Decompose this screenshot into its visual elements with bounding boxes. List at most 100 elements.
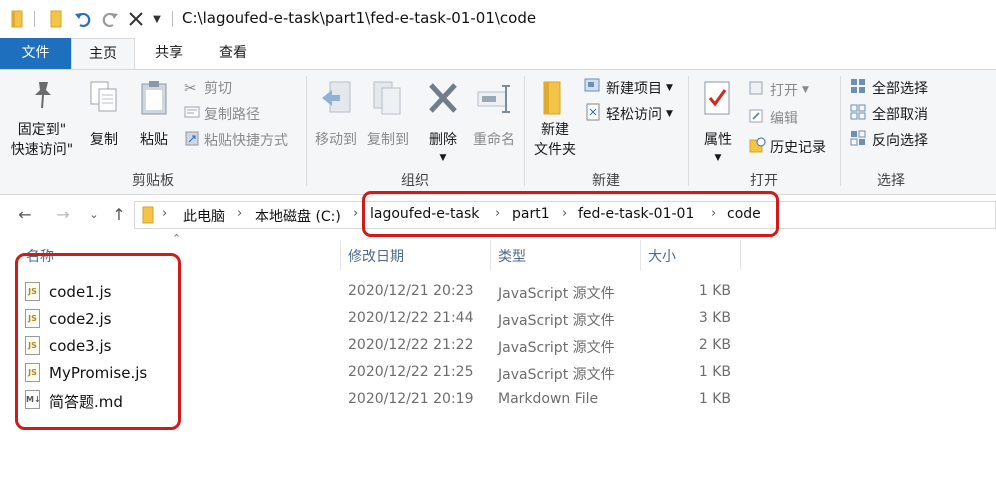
- properties-dropdown-icon[interactable]: ▼: [696, 148, 740, 168]
- easy-access-button[interactable]: 轻松访问 ▼: [584, 103, 673, 125]
- copy-button[interactable]: 复制: [84, 80, 124, 166]
- tab-share[interactable]: 共享: [139, 38, 199, 69]
- delete-button[interactable]: 删除 ▼: [422, 80, 464, 166]
- properties-label: 属性: [704, 132, 732, 148]
- history-button[interactable]: 历史记录: [748, 136, 826, 158]
- file-modified: 2020/12/22 21:22: [348, 337, 474, 353]
- sort-chevron-up-icon: ⌃: [172, 232, 182, 245]
- file-type: JavaScript 源文件: [498, 313, 615, 329]
- open-button[interactable]: 打开 ▼: [748, 79, 809, 101]
- select-all-label: 全部选择: [872, 81, 928, 97]
- easy-access-dropdown-icon: ▼: [666, 109, 673, 119]
- files-highlight-annotation: [15, 253, 181, 430]
- invert-selection-button[interactable]: 反向选择: [850, 129, 928, 151]
- up-arrow-icon[interactable]: ↑: [108, 202, 130, 226]
- rename-button[interactable]: 重命名: [470, 80, 518, 166]
- copy-to-icon: [372, 80, 404, 124]
- open-dropdown-icon: ▼: [802, 85, 809, 95]
- file-type: Markdown File: [498, 391, 599, 407]
- dropdown-icon[interactable]: ▼: [150, 8, 164, 30]
- file-type: JavaScript 源文件: [498, 340, 615, 356]
- paste-button[interactable]: 粘贴: [134, 80, 174, 166]
- new-folder-label-line2: 文件夹: [534, 142, 576, 158]
- breadcrumb-this-pc[interactable]: 此电脑: [183, 206, 225, 226]
- select-all-button[interactable]: 全部选择: [850, 77, 928, 99]
- paste-label: 粘贴: [140, 132, 168, 148]
- file-size: 2 KB: [698, 337, 731, 353]
- copy-path-icon: [184, 105, 204, 123]
- new-item-label: 新建项目: [606, 81, 662, 97]
- history-icon: [748, 136, 770, 158]
- properties-button[interactable]: 属性 ▼: [696, 80, 740, 166]
- file-size: 1 KB: [698, 391, 731, 407]
- file-type: JavaScript 源文件: [498, 367, 615, 383]
- cut-button[interactable]: ✂ 剪切: [184, 77, 232, 99]
- edit-icon: [748, 108, 770, 128]
- copy-path-button[interactable]: 复制路径: [184, 103, 260, 125]
- pin-folder-icon[interactable]: [46, 8, 66, 30]
- copy-label: 复制: [90, 132, 118, 148]
- tab-file[interactable]: 文件: [0, 38, 71, 69]
- new-folder-button[interactable]: 新建 文件夹: [528, 80, 582, 166]
- tab-home[interactable]: 主页: [71, 38, 135, 69]
- select-all-icon: [850, 78, 872, 98]
- file-modified: 2020/12/21 20:23: [348, 283, 474, 299]
- copy-path-label: 复制路径: [204, 107, 260, 123]
- column-header-type[interactable]: 类型: [498, 246, 526, 266]
- column-header-size[interactable]: 大小: [648, 246, 676, 266]
- ribbon-tabs: 文件 主页 共享 查看: [0, 38, 996, 70]
- open-label: 打开: [770, 83, 798, 99]
- easy-access-icon: [584, 103, 606, 125]
- delete-icon[interactable]: [126, 8, 146, 30]
- address-folder-icon: [141, 206, 155, 228]
- select-group-label: 选择: [877, 173, 905, 189]
- copy-icon: [89, 80, 119, 120]
- column-header-modified[interactable]: 修改日期: [348, 246, 404, 266]
- breadcrumb-chevron-icon[interactable]: ›: [353, 206, 358, 221]
- back-arrow-icon[interactable]: ←: [14, 202, 36, 226]
- select-none-button[interactable]: 全部取消: [850, 103, 928, 125]
- forward-arrow-icon[interactable]: →: [52, 202, 74, 226]
- new-folder-label-line1: 新建: [541, 122, 569, 138]
- paste-shortcut-button[interactable]: 粘贴快捷方式: [184, 129, 288, 151]
- delete-dropdown-icon[interactable]: ▼: [422, 148, 464, 168]
- breadcrumb-chevron-icon[interactable]: ›: [162, 206, 167, 221]
- pin-to-quick-access-button[interactable]: 固定到" 快速访问": [6, 80, 78, 166]
- scissors-icon: ✂: [184, 79, 197, 97]
- move-to-button[interactable]: 移动到: [310, 80, 362, 166]
- redo-icon[interactable]: [99, 8, 121, 30]
- new-item-dropdown-icon: ▼: [666, 83, 673, 93]
- file-modified: 2020/12/22 21:25: [348, 364, 474, 380]
- properties-icon: [702, 80, 734, 124]
- delete-x-icon: [428, 82, 458, 120]
- address-highlight-annotation: [362, 191, 779, 237]
- copy-to-label: 复制到: [367, 132, 409, 148]
- delete-label: 删除: [429, 132, 457, 148]
- edit-label: 编辑: [770, 111, 798, 127]
- select-none-label: 全部取消: [872, 107, 928, 123]
- breadcrumb-local-disk[interactable]: 本地磁盘 (C:): [255, 206, 341, 226]
- invert-selection-icon: [850, 130, 872, 150]
- clipboard-group-label: 剪贴板: [132, 173, 174, 189]
- open-icon: [748, 80, 770, 100]
- clipboard-icon: [138, 80, 170, 122]
- window-title: C:\lagoufed-e-task\part1\fed-e-task-01-0…: [182, 9, 537, 27]
- undo-icon[interactable]: [72, 8, 94, 30]
- paste-shortcut-label: 粘贴快捷方式: [204, 133, 288, 149]
- edit-button[interactable]: 编辑: [748, 107, 798, 129]
- file-size: 3 KB: [698, 310, 731, 326]
- organize-group-label: 组织: [401, 173, 429, 189]
- new-group-label: 新建: [592, 173, 620, 189]
- tab-view[interactable]: 查看: [203, 38, 263, 69]
- recent-locations-chevron-icon[interactable]: ⌄: [83, 202, 105, 226]
- breadcrumb-chevron-icon[interactable]: ›: [237, 206, 242, 221]
- new-item-button[interactable]: 新建项目 ▼: [584, 77, 673, 99]
- file-type: JavaScript 源文件: [498, 286, 615, 302]
- paste-shortcut-icon: [184, 130, 204, 150]
- history-label: 历史记录: [770, 140, 826, 156]
- file-size: 1 KB: [698, 364, 731, 380]
- file-modified: 2020/12/22 21:44: [348, 310, 474, 326]
- open-group-label: 打开: [750, 173, 778, 189]
- copy-to-button[interactable]: 复制到: [362, 80, 414, 166]
- rename-label: 重命名: [473, 132, 515, 148]
